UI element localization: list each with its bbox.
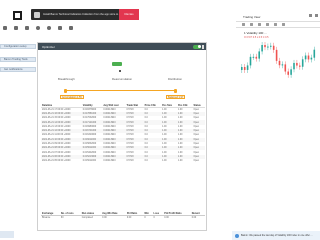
table-cell: Open bbox=[193, 160, 200, 163]
candle-body bbox=[313, 49, 316, 58]
chart-window: Trading View 1 Volatility 100 ... O 0.5 … bbox=[236, 2, 320, 233]
candle-body bbox=[272, 45, 275, 50]
candle-body bbox=[275, 49, 278, 61]
summary-row: Binance 60 Completed 0.00 0.00 0 0 0.00 … bbox=[41, 216, 205, 220]
sidebar-item-notifications[interactable]: Get notifications bbox=[0, 67, 36, 72]
summary-cell: 0 bbox=[144, 216, 146, 219]
candle-body bbox=[290, 69, 292, 75]
menu-icon[interactable] bbox=[3, 26, 7, 30]
summary-cell: 60 bbox=[60, 216, 64, 219]
chart-window-title: Trading View bbox=[243, 15, 261, 19]
panel-title: Optimizer bbox=[42, 44, 55, 49]
candle-body bbox=[301, 59, 304, 67]
results-table-body: 2021-06-21 17:00:00 +0000 0.018378000 0.00… bbox=[41, 108, 205, 164]
chart-toolbar bbox=[236, 21, 320, 28]
candle-body bbox=[281, 64, 284, 66]
summary-cell: 0.00 bbox=[102, 216, 107, 219]
summary-cell: Completed bbox=[81, 216, 93, 219]
stage-breakthrough: Breakthrough bbox=[58, 77, 75, 81]
indicators-icon[interactable] bbox=[266, 23, 269, 26]
table-cell: 1.00 bbox=[177, 160, 183, 163]
candle-body bbox=[287, 71, 289, 75]
toast-dismiss-button[interactable]: Dismiss bbox=[119, 9, 139, 20]
stage-reaccumulation: Reaccumulation bbox=[112, 77, 133, 81]
window-controls bbox=[309, 14, 318, 17]
candle-body bbox=[241, 67, 243, 70]
summary-cell: 0.00 bbox=[191, 216, 197, 219]
candle-body bbox=[299, 65, 301, 67]
undo-icon[interactable] bbox=[14, 26, 18, 30]
candlestick-chart[interactable] bbox=[236, 40, 320, 230]
panel-header: Optimizer bbox=[38, 43, 206, 50]
redo-icon[interactable] bbox=[282, 23, 285, 26]
notification-toast: Install Bamm Technical Indicators Collec… bbox=[31, 9, 139, 20]
record-icon[interactable] bbox=[47, 26, 51, 30]
panel-toggle[interactable] bbox=[193, 44, 201, 49]
candle-body bbox=[296, 62, 298, 66]
range-slider-track[interactable] bbox=[64, 90, 176, 91]
candle-body bbox=[264, 45, 266, 48]
candle-body bbox=[310, 57, 313, 60]
table-row[interactable]: 2021-06-21 05:00:00 +0000 0.015011000 0.00… bbox=[41, 159, 205, 163]
table-cell: 0.0 bbox=[144, 160, 148, 163]
candle-body bbox=[267, 46, 269, 48]
optimizer-panel: Optimizer Breakthrough Reaccumulation Di… bbox=[37, 42, 207, 231]
candle-body bbox=[278, 60, 281, 66]
table-cell: 0.5718 bbox=[126, 160, 134, 163]
summary-cell: 0.00 bbox=[164, 216, 169, 219]
candle-body bbox=[255, 56, 258, 59]
table-cell: 0.015011000 bbox=[82, 160, 97, 163]
summary-table: Exchange No. of runs Run status Avg Win … bbox=[41, 211, 205, 220]
info-icon bbox=[235, 233, 239, 238]
main-toolbar bbox=[0, 24, 232, 32]
table-cell: 2021-06-21 05:00:00 +0000 bbox=[42, 160, 71, 163]
redo-icon[interactable] bbox=[25, 26, 29, 30]
settings-icon[interactable] bbox=[36, 26, 40, 30]
candle-body bbox=[243, 67, 246, 70]
candle-body bbox=[252, 56, 255, 58]
summary-cell: 0 bbox=[153, 216, 155, 219]
range-tag-right: Balanced 1.97 bbox=[166, 95, 186, 99]
candle-body bbox=[261, 45, 263, 52]
app-logo[interactable] bbox=[13, 11, 22, 20]
ohlc-legend: O 0.5 H 0.5 L 0.5 C 0.5 bbox=[244, 36, 269, 39]
range-slider-left-handle[interactable] bbox=[64, 88, 67, 93]
edit-icon[interactable] bbox=[58, 26, 62, 30]
sidebar-item-configuration[interactable]: Configuration setup bbox=[0, 44, 36, 49]
table-cell: 1.00 bbox=[162, 160, 167, 163]
status-chip bbox=[112, 62, 122, 66]
table-cell: 0.00413943 bbox=[103, 160, 116, 163]
candle-body bbox=[246, 65, 249, 70]
close-icon[interactable] bbox=[315, 14, 318, 17]
results-table: Datetime Volatility Avg Wtd Last Trade S… bbox=[41, 103, 205, 163]
more-icon[interactable] bbox=[202, 44, 204, 49]
add-icon[interactable] bbox=[242, 23, 245, 26]
summary-cell: 0.00 bbox=[126, 216, 132, 219]
candle-body bbox=[293, 62, 295, 70]
candle-body bbox=[258, 51, 260, 59]
undo-icon[interactable] bbox=[274, 23, 277, 26]
app-icon bbox=[34, 11, 40, 18]
status-corner bbox=[0, 231, 14, 238]
refresh-icon[interactable] bbox=[69, 26, 73, 30]
range-slider-right-handle[interactable] bbox=[174, 88, 177, 93]
candle-body bbox=[304, 55, 307, 60]
candle-body bbox=[307, 55, 310, 60]
footer-message: Bamm: We passed the last day of Volatili… bbox=[241, 234, 313, 237]
app-window: Install Bamm Technical Indicators Collec… bbox=[0, 0, 320, 240]
range-tag-left: Accumulation 1.55 bbox=[60, 95, 84, 99]
footer-notification[interactable]: Bamm: We passed the last day of Volatili… bbox=[232, 231, 320, 240]
candle-body bbox=[270, 45, 272, 47]
timeframe-icon[interactable] bbox=[250, 23, 253, 26]
sidebar-item-trading-tools[interactable]: Bamm Trading Tools bbox=[0, 57, 36, 62]
center-marker bbox=[119, 70, 121, 72]
minimize-icon[interactable] bbox=[309, 14, 312, 17]
chart-symbol: 1 Volatility 100 ... bbox=[244, 31, 267, 35]
candle-body bbox=[249, 56, 252, 66]
candles-icon[interactable] bbox=[258, 23, 261, 26]
summary-cell: Binance bbox=[42, 216, 51, 219]
toast-message: Install Bamm Technical Indicators Collec… bbox=[43, 13, 119, 16]
stage-distribution: Distribution bbox=[168, 77, 182, 81]
candle-body bbox=[284, 64, 287, 72]
